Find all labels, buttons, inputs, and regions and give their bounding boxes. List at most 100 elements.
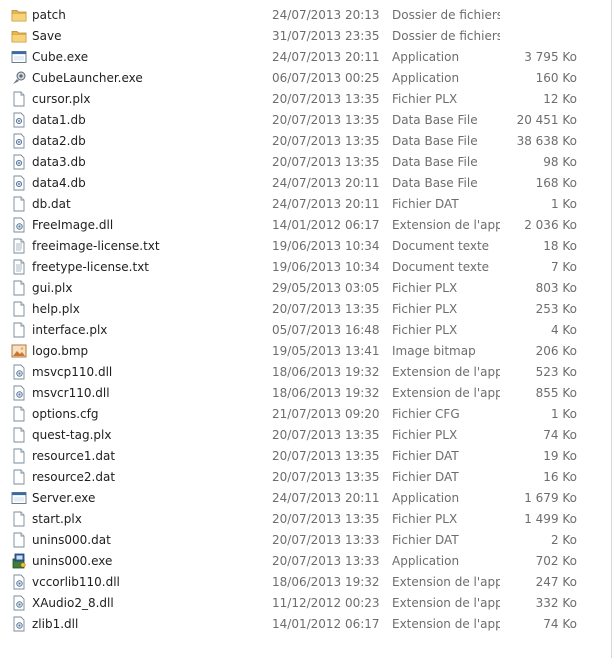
file-name: unins000.dat: [32, 533, 111, 547]
file-date-modified: 06/07/2013 00:25: [272, 71, 380, 85]
folder-icon: [11, 28, 27, 44]
file-type: Extension de l'app...: [392, 218, 500, 232]
file-row-quest-tag-plx[interactable]: quest-tag.plx 20/07/2013 13:35 Fichier P…: [0, 425, 611, 446]
file-type: Fichier DAT: [392, 449, 459, 463]
file-row-freeimage-dll[interactable]: FreeImage.dll 14/01/2012 06:17 Extension…: [0, 215, 611, 236]
blank-file-icon: [11, 427, 27, 443]
file-row-start-plx[interactable]: start.plx 20/07/2013 13:35 Fichier PLX 1…: [0, 509, 611, 530]
file-name: zlib1.dll: [32, 617, 79, 631]
file-row-msvcr110-dll[interactable]: msvcr110.dll 18/06/2013 19:32 Extension …: [0, 383, 611, 404]
file-row-msvcp110-dll[interactable]: msvcp110.dll 18/06/2013 19:32 Extension …: [0, 362, 611, 383]
file-size: 98 Ko: [543, 155, 577, 169]
file-size: 4 Ko: [550, 323, 577, 337]
file-row-data3-db[interactable]: data3.db 20/07/2013 13:35 Data Base File…: [0, 152, 611, 173]
file-name: start.plx: [32, 512, 82, 526]
blank-file-icon: [11, 469, 27, 485]
file-row-cube-exe[interactable]: Cube.exe 24/07/2013 20:11 Application 3 …: [0, 47, 611, 68]
file-date-modified: 19/06/2013 10:34: [272, 239, 380, 253]
file-size: 74 Ko: [543, 617, 577, 631]
file-row-server-exe[interactable]: Server.exe 24/07/2013 20:11 Application …: [0, 488, 611, 509]
file-size: 1 Ko: [550, 407, 577, 421]
file-date-modified: 19/05/2013 13:41: [272, 344, 380, 358]
file-type: Fichier PLX: [392, 302, 458, 316]
file-date-modified: 14/01/2012 06:17: [272, 218, 380, 232]
database-file-icon: [11, 133, 27, 149]
file-size: 523 Ko: [535, 365, 577, 379]
file-row-patch[interactable]: patch 24/07/2013 20:13 Dossier de fichie…: [0, 5, 611, 26]
folder-icon: [11, 7, 27, 23]
file-type: Fichier PLX: [392, 323, 458, 337]
file-date-modified: 24/07/2013 20:11: [272, 491, 380, 505]
file-name: data3.db: [32, 155, 86, 169]
file-row-freeimage-license-txt[interactable]: freeimage-license.txt 19/06/2013 10:34 D…: [0, 236, 611, 257]
file-size: 168 Ko: [535, 176, 577, 190]
file-row-vccorlib110-dll[interactable]: vccorlib110.dll 18/06/2013 19:32 Extensi…: [0, 572, 611, 593]
file-row-save[interactable]: Save 31/07/2013 23:35 Dossier de fichier…: [0, 26, 611, 47]
file-type: Fichier PLX: [392, 281, 458, 295]
file-row-xaudio2-8-dll[interactable]: XAudio2_8.dll 11/12/2012 00:23 Extension…: [0, 593, 611, 614]
file-date-modified: 20/07/2013 13:35: [272, 113, 380, 127]
file-name: msvcp110.dll: [32, 365, 113, 379]
bitmap-image-icon: [11, 343, 27, 359]
file-row-help-plx[interactable]: help.plx 20/07/2013 13:35 Fichier PLX 25…: [0, 299, 611, 320]
file-row-unins000-exe[interactable]: unins000.exe 20/07/2013 13:33 Applicatio…: [0, 551, 611, 572]
file-name: Cube.exe: [32, 50, 89, 64]
dll-file-icon: [11, 385, 27, 401]
file-row-resource2-dat[interactable]: resource2.dat 20/07/2013 13:35 Fichier D…: [0, 467, 611, 488]
file-size: 12 Ko: [543, 92, 577, 106]
file-row-options-cfg[interactable]: options.cfg 21/07/2013 09:20 Fichier CFG…: [0, 404, 611, 425]
file-row-data1-db[interactable]: data1.db 20/07/2013 13:35 Data Base File…: [0, 110, 611, 131]
file-size: 1 Ko: [550, 197, 577, 211]
file-date-modified: 18/06/2013 19:32: [272, 575, 380, 589]
file-type: Extension de l'app...: [392, 365, 500, 379]
file-size: 38 638 Ko: [516, 134, 577, 148]
launcher-icon: [11, 70, 27, 86]
file-row-gui-plx[interactable]: gui.plx 29/05/2013 03:05 Fichier PLX 803…: [0, 278, 611, 299]
file-date-modified: 29/05/2013 03:05: [272, 281, 380, 295]
file-size: 2 036 Ko: [524, 218, 577, 232]
file-type: Fichier DAT: [392, 533, 459, 547]
database-file-icon: [11, 112, 27, 128]
file-date-modified: 20/07/2013 13:35: [272, 92, 380, 106]
database-file-icon: [11, 175, 27, 191]
file-size: 206 Ko: [535, 344, 577, 358]
file-type: Extension de l'app...: [392, 596, 500, 610]
dll-file-icon: [11, 364, 27, 380]
file-name: Server.exe: [32, 491, 96, 505]
file-row-resource1-dat[interactable]: resource1.dat 20/07/2013 13:35 Fichier D…: [0, 446, 611, 467]
file-name: gui.plx: [32, 281, 73, 295]
file-type: Dossier de fichiers: [392, 29, 500, 43]
file-name: data2.db: [32, 134, 86, 148]
file-row-logo-bmp[interactable]: logo.bmp 19/05/2013 13:41 Image bitmap 2…: [0, 341, 611, 362]
dll-file-icon: [11, 574, 27, 590]
file-row-cursor-plx[interactable]: cursor.plx 20/07/2013 13:35 Fichier PLX …: [0, 89, 611, 110]
file-name: unins000.exe: [32, 554, 113, 568]
file-name: data4.db: [32, 176, 86, 190]
file-date-modified: 31/07/2013 23:35: [272, 29, 380, 43]
file-row-db-dat[interactable]: db.dat 24/07/2013 20:11 Fichier DAT 1 Ko: [0, 194, 611, 215]
file-date-modified: 18/06/2013 19:32: [272, 386, 380, 400]
file-row-cubelauncher-exe[interactable]: CubeLauncher.exe 06/07/2013 00:25 Applic…: [0, 68, 611, 89]
file-name: msvcr110.dll: [32, 386, 110, 400]
file-size: 1 499 Ko: [524, 512, 577, 526]
file-row-data2-db[interactable]: data2.db 20/07/2013 13:35 Data Base File…: [0, 131, 611, 152]
file-type: Application: [392, 554, 460, 568]
file-row-unins000-dat[interactable]: unins000.dat 20/07/2013 13:33 Fichier DA…: [0, 530, 611, 551]
file-row-interface-plx[interactable]: interface.plx 05/07/2013 16:48 Fichier P…: [0, 320, 611, 341]
file-name: Save: [32, 29, 62, 43]
file-row-freetype-license-txt[interactable]: freetype-license.txt 19/06/2013 10:34 Do…: [0, 257, 611, 278]
file-type: Document texte: [392, 239, 490, 253]
file-row-data4-db[interactable]: data4.db 24/07/2013 20:11 Data Base File…: [0, 173, 611, 194]
blank-file-icon: [11, 322, 27, 338]
file-name: vccorlib110.dll: [32, 575, 120, 589]
file-name: quest-tag.plx: [32, 428, 112, 442]
file-type: Data Base File: [392, 155, 478, 169]
blank-file-icon: [11, 532, 27, 548]
file-name: XAudio2_8.dll: [32, 596, 114, 610]
file-type: Fichier PLX: [392, 512, 458, 526]
file-type: Dossier de fichiers: [392, 8, 500, 22]
file-date-modified: 20/07/2013 13:35: [272, 134, 380, 148]
file-date-modified: 24/07/2013 20:11: [272, 176, 380, 190]
file-row-zlib1-dll[interactable]: zlib1.dll 14/01/2012 06:17 Extension de …: [0, 614, 611, 635]
file-type: Fichier CFG: [392, 407, 460, 421]
